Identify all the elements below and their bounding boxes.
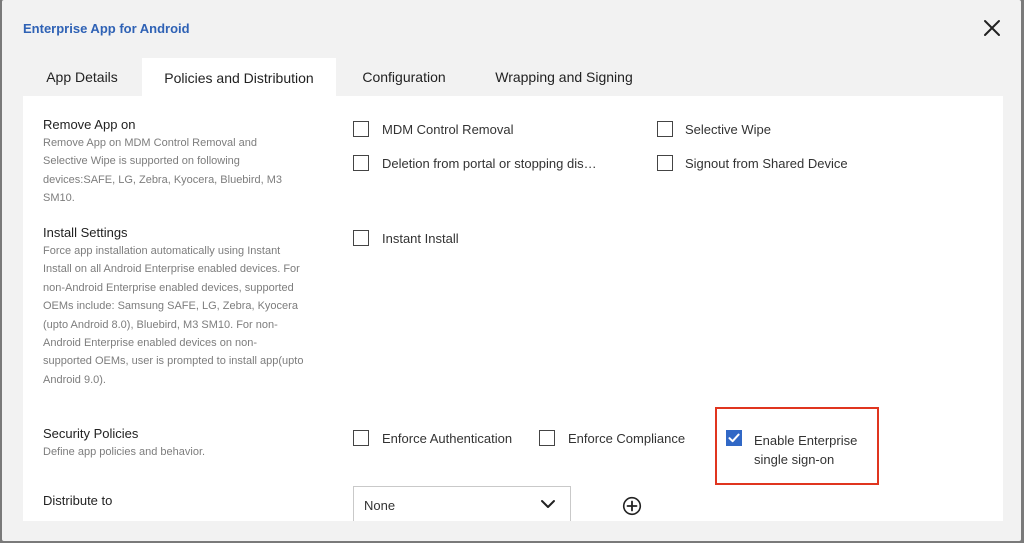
selective-wipe-label: Selective Wipe	[685, 122, 771, 137]
install-settings-title: Install Settings	[43, 225, 128, 240]
deletion-from-portal-checkbox[interactable]	[353, 155, 369, 171]
add-distribution-button[interactable]	[622, 496, 642, 516]
close-icon	[984, 20, 1000, 36]
distribute-to-value: None	[364, 498, 396, 513]
tab-wrapping-and-signing[interactable]: Wrapping and Signing	[483, 58, 645, 96]
mdm-control-removal-checkbox[interactable]	[353, 121, 369, 137]
instant-install-checkbox[interactable]	[353, 230, 369, 246]
enforce-authentication-label: Enforce Authentication	[382, 431, 513, 446]
plus-circle-icon	[622, 496, 642, 516]
mdm-control-removal-label: MDM Control Removal	[382, 122, 514, 137]
selective-wipe-checkbox[interactable]	[657, 121, 673, 137]
enforce-authentication-checkbox[interactable]	[353, 430, 369, 446]
tab-policies-and-distribution[interactable]: Policies and Distribution	[142, 58, 336, 98]
close-button[interactable]	[980, 16, 1004, 40]
enforce-compliance-label: Enforce Compliance	[568, 431, 686, 446]
checkmark-icon	[728, 433, 740, 443]
policies-panel: Remove App on Remove App on MDM Control …	[23, 96, 1003, 521]
enable-enterprise-sso-checkbox[interactable]	[726, 430, 742, 446]
distribute-to-title: Distribute to	[43, 493, 113, 508]
distribute-to-select[interactable]: None	[353, 486, 571, 521]
deletion-from-portal-label: Deletion from portal or stopping dis…	[382, 156, 597, 171]
remove-app-desc: Remove App on MDM Control Removal and Se…	[43, 137, 283, 205]
tab-app-details[interactable]: App Details	[23, 58, 141, 96]
dialog-title: Enterprise App for Android	[23, 21, 190, 36]
enforce-compliance-checkbox[interactable]	[539, 430, 555, 446]
tab-configuration[interactable]: Configuration	[348, 58, 460, 96]
signout-shared-device-checkbox[interactable]	[657, 155, 673, 171]
enterprise-app-dialog: Enterprise App for Android App Details P…	[2, 0, 1021, 541]
instant-install-label: Instant Install	[382, 231, 459, 246]
security-policies-title: Security Policies	[43, 426, 139, 441]
enable-enterprise-sso-label: Enable Enterprise single sign-on	[754, 433, 858, 467]
remove-app-title: Remove App on	[43, 117, 136, 132]
chevron-down-icon	[541, 500, 555, 508]
security-policies-desc: Define app policies and behavior.	[43, 446, 206, 458]
install-settings-desc: Force app installation automatically usi…	[43, 245, 304, 386]
signout-shared-device-label: Signout from Shared Device	[685, 156, 848, 171]
